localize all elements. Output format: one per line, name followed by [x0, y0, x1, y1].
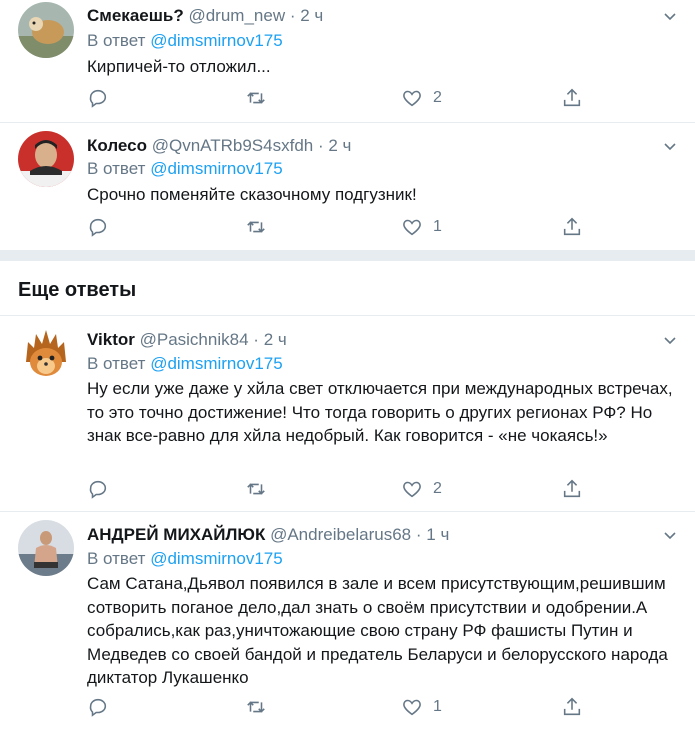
retweet-button[interactable]: [245, 86, 267, 110]
author-handle[interactable]: @drum_new: [188, 6, 285, 25]
reply-icon: [89, 480, 107, 499]
retweet-icon: [247, 221, 265, 233]
tweet-time[interactable]: 2 ч: [328, 136, 351, 155]
section-separator: [0, 250, 695, 261]
heart-icon: [403, 90, 421, 107]
reply-mention-link[interactable]: @dimsmirnov175: [150, 354, 283, 373]
like-count: 1: [433, 698, 442, 715]
separator-dot: ·: [415, 525, 422, 544]
like-count: 2: [433, 89, 442, 106]
like-button[interactable]: 2: [401, 86, 442, 110]
reply-icon: [89, 218, 107, 237]
man-swimming-avatar[interactable]: [18, 520, 74, 576]
tweet-actions: 2: [87, 477, 607, 501]
heart-icon: [403, 219, 421, 236]
tweet-text: Срочно поменяйте сказочному подгузник!: [87, 185, 417, 204]
chevron-down-icon[interactable]: [663, 529, 677, 543]
retweet-icon: [247, 483, 265, 495]
reply-mention-link[interactable]: @dimsmirnov175: [150, 159, 283, 178]
tweet[interactable]: Viktor @Pasichnik84 · 2 ч В ответ @dimsm…: [0, 316, 695, 511]
heart-icon: [403, 481, 421, 498]
share-button[interactable]: [561, 215, 583, 239]
reply-prefix: В ответ: [87, 159, 146, 178]
tweet-time[interactable]: 2 ч: [264, 330, 287, 349]
chevron-down-icon[interactable]: [663, 10, 677, 24]
reply-prefix: В ответ: [87, 549, 146, 568]
reply-mention-link[interactable]: @dimsmirnov175: [150, 549, 283, 568]
tweet[interactable]: АНДРЕЙ МИХАЙЛЮК @Andreibelarus68 · 1 ч В…: [0, 512, 695, 729]
more-replies-heading: Еще ответы: [18, 279, 137, 301]
tweet-actions: 2: [87, 86, 607, 110]
tweet[interactable]: Колесо @QvnATRb9S4sxfdh · 2 ч В ответ @d…: [0, 123, 695, 248]
share-icon: [563, 479, 581, 498]
reply-to-line: В ответ @dimsmirnov175: [87, 549, 283, 569]
dog-avatar[interactable]: [18, 2, 74, 58]
man-portrait-avatar[interactable]: [18, 131, 74, 187]
reply-to-line: В ответ @dimsmirnov175: [87, 354, 283, 374]
heart-icon: [403, 699, 421, 716]
author-name[interactable]: АНДРЕЙ МИХАЙЛЮК: [87, 525, 265, 544]
like-button[interactable]: 1: [401, 215, 442, 239]
like-count: 1: [433, 218, 442, 235]
retweet-button[interactable]: [245, 215, 267, 239]
reply-to-line: В ответ @dimsmirnov175: [87, 31, 283, 51]
hedgehog-avatar[interactable]: [18, 324, 74, 380]
reply-button[interactable]: [87, 695, 109, 719]
separator-dot: ·: [317, 136, 324, 155]
retweet-icon: [247, 701, 265, 713]
author-handle[interactable]: @QvnATRb9S4sxfdh: [152, 136, 314, 155]
reply-button[interactable]: [87, 215, 109, 239]
share-button[interactable]: [561, 477, 583, 501]
reply-to-line: В ответ @dimsmirnov175: [87, 159, 283, 179]
share-button[interactable]: [561, 86, 583, 110]
separator-dot: ·: [289, 6, 296, 25]
separator-dot: ·: [253, 330, 259, 349]
like-button[interactable]: 1: [401, 695, 442, 719]
chevron-down-icon[interactable]: [663, 140, 677, 154]
tweet-time[interactable]: 1 ч: [426, 525, 449, 544]
tweet-actions: 1: [87, 695, 607, 719]
tweet-text: Ну если уже даже у хйла свет отключается…: [87, 379, 673, 445]
share-icon: [563, 217, 581, 236]
author-handle[interactable]: @Andreibelarus68: [270, 525, 411, 544]
retweet-button[interactable]: [245, 477, 267, 501]
tweet-text: Сам Сатана,Дьявол появился в зале и всем…: [87, 574, 668, 687]
share-icon: [563, 697, 581, 716]
tweet-time[interactable]: 2 ч: [300, 6, 323, 25]
tweet[interactable]: Смекаешь? @drum_new · 2 ч В ответ @dimsm…: [0, 0, 695, 122]
author-name[interactable]: Колесо: [87, 136, 147, 155]
retweet-button[interactable]: [245, 695, 267, 719]
like-count: 2: [433, 480, 442, 497]
tweet-header: Колесо @QvnATRb9S4sxfdh · 2 ч: [87, 136, 351, 156]
reply-button[interactable]: [87, 86, 109, 110]
reply-prefix: В ответ: [87, 31, 146, 50]
author-handle[interactable]: @Pasichnik84: [140, 330, 249, 349]
reply-mention-link[interactable]: @dimsmirnov175: [150, 31, 283, 50]
author-name[interactable]: Viktor: [87, 330, 135, 349]
reply-button[interactable]: [87, 477, 109, 501]
reply-prefix: В ответ: [87, 354, 146, 373]
tweet-text: Кирпичей-то отложил...: [87, 57, 271, 76]
author-name[interactable]: Смекаешь?: [87, 6, 184, 25]
reply-icon: [89, 89, 107, 108]
like-button[interactable]: 2: [401, 477, 442, 501]
tweet-header: Смекаешь? @drum_new · 2 ч: [87, 6, 323, 26]
tweet-actions: 1: [87, 215, 607, 239]
share-button[interactable]: [561, 695, 583, 719]
retweet-icon: [247, 92, 265, 104]
tweet-header: Viktor @Pasichnik84 · 2 ч: [87, 330, 287, 350]
share-icon: [563, 88, 581, 107]
reply-icon: [89, 698, 107, 717]
chevron-down-icon[interactable]: [663, 334, 677, 348]
tweet-header: АНДРЕЙ МИХАЙЛЮК @Andreibelarus68 · 1 ч: [87, 525, 449, 545]
